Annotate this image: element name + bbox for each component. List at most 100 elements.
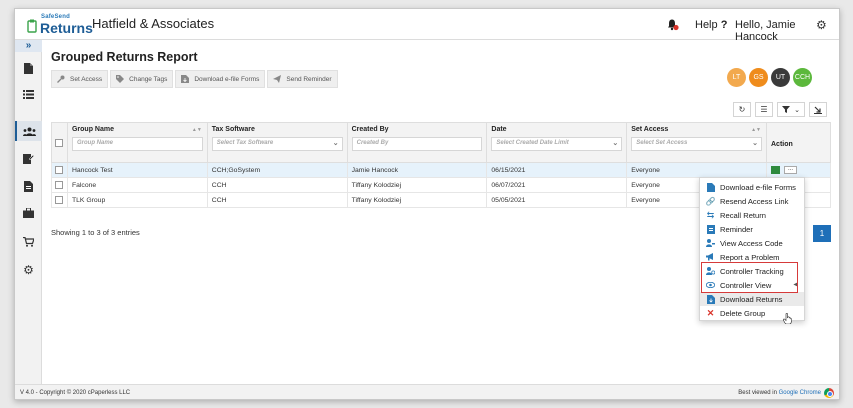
app-window: SafeSend Returns Hatfield & Associates H…	[14, 8, 840, 400]
column-set-access[interactable]: Set Access ▲▼ Select Set Access ⌄	[626, 122, 767, 163]
filter-icon	[782, 106, 791, 113]
menu-item-resend-access-link[interactable]: 🔗 Resend Access Link	[700, 194, 804, 208]
notification-bell-icon[interactable]	[667, 18, 679, 31]
tag-icon	[116, 75, 125, 83]
column-header-label: Created By	[351, 126, 389, 133]
menu-item-label: View Access Code	[720, 238, 783, 248]
created-by-cell: Tiffany Kolodziej	[346, 177, 488, 193]
action-toolbar: Set Access Change Tags Download e-file F…	[51, 70, 340, 88]
menu-item-label: Report a Problem	[720, 252, 780, 262]
column-settings-button[interactable]: ☰	[755, 102, 773, 117]
page-title: Grouped Returns Report	[51, 50, 198, 64]
column-header-label: Action	[771, 140, 793, 148]
list-settings-icon: ☰	[760, 105, 768, 114]
sidebar-item-report[interactable]	[15, 176, 42, 196]
row-checkbox[interactable]	[55, 166, 63, 174]
filter-placeholder: Select Tax Software	[216, 140, 274, 146]
chevron-down-icon: ⌄	[752, 140, 758, 147]
footer: V 4.0 - Copyright © 2020 cPaperless LLC …	[15, 384, 839, 399]
export-button[interactable]	[809, 102, 827, 117]
menu-item-recall-return[interactable]: ⇆ Recall Return	[700, 208, 804, 222]
menu-item-view-access-code[interactable]: View Access Code	[700, 236, 804, 250]
entries-summary: Showing 1 to 3 of 3 entries	[51, 228, 140, 237]
avatar-cch[interactable]: CCH	[793, 68, 812, 87]
menu-item-download-efile-forms[interactable]: Download e-file Forms	[700, 180, 804, 194]
column-action: Action	[766, 122, 831, 163]
app-logo[interactable]: SafeSend Returns	[27, 14, 93, 36]
column-group-name[interactable]: Group Name ▲▼ Group Name	[66, 122, 208, 163]
group-name-filter-input[interactable]: Group Name	[71, 137, 203, 151]
chrome-logo-icon	[824, 388, 834, 398]
sidebar-item-edit[interactable]	[15, 148, 42, 168]
column-tax-software[interactable]: Tax Software Select Tax Software ⌄	[206, 122, 348, 163]
sidebar-item-groups[interactable]	[15, 121, 42, 141]
send-reminder-label: Send Reminder	[286, 75, 332, 83]
menu-item-download-returns[interactable]: Download Returns	[700, 292, 804, 306]
avatar-gs[interactable]: GS	[749, 68, 768, 87]
refresh-icon: ↻	[738, 105, 746, 114]
edit-document-icon	[23, 153, 34, 164]
date-filter-select[interactable]: Select Created Date Limit ⌄	[491, 137, 623, 151]
sidebar-item-settings[interactable]: ⚙	[15, 260, 42, 280]
tax-software-filter-select[interactable]: Select Tax Software ⌄	[211, 137, 343, 151]
send-reminder-button[interactable]: Send Reminder	[267, 70, 338, 88]
group-name-cell: Hancock Test	[66, 162, 208, 178]
sidebar-item-documents[interactable]	[15, 58, 42, 78]
sidebar: » ⚙	[15, 40, 42, 384]
chevron-down-icon: ⌄	[332, 140, 339, 147]
help-link[interactable]: Help ?	[695, 19, 727, 31]
refresh-button[interactable]: ↻	[733, 102, 751, 117]
paper-plane-icon	[273, 75, 282, 83]
download-returns-icon[interactable]	[771, 166, 780, 174]
menu-item-label: Recall Return	[720, 210, 767, 220]
page-1-button[interactable]: 1	[813, 225, 831, 242]
gear-icon: ⚙	[23, 263, 34, 277]
more-actions-button[interactable]: ...	[784, 166, 798, 174]
column-date[interactable]: Date Select Created Date Limit ⌄	[486, 122, 628, 163]
column-created-by[interactable]: Created By Created By	[346, 122, 488, 163]
set-access-filter-select[interactable]: Select Set Access ⌄	[631, 137, 762, 151]
reminder-icon	[706, 224, 715, 234]
download-efile-forms-label: Download e-file Forms	[194, 75, 260, 83]
sidebar-item-cart[interactable]	[15, 232, 42, 252]
tax-software-cell: CCH;GoSystem	[206, 162, 348, 178]
group-name-cell: Falcone	[66, 177, 208, 193]
tax-software-cell: CCH	[206, 192, 348, 208]
users-group-icon	[23, 127, 36, 136]
sort-icon[interactable]: ▲▼	[192, 127, 202, 133]
avatar-lt[interactable]: LT	[727, 68, 746, 87]
hand-cursor-icon	[783, 313, 792, 324]
sidebar-item-list[interactable]	[15, 84, 42, 104]
key-icon	[57, 75, 65, 83]
select-all-checkbox[interactable]	[55, 138, 63, 147]
sidebar-expand-icon[interactable]: »	[15, 40, 42, 52]
row-checkbox[interactable]	[55, 196, 63, 204]
best-viewed-text: Best viewed in	[738, 390, 777, 396]
settings-gear-icon[interactable]: ⚙	[816, 18, 827, 32]
browser-link[interactable]: Google Chrome	[779, 390, 821, 396]
avatar-ut[interactable]: UT	[771, 68, 790, 87]
row-checkbox[interactable]	[55, 181, 63, 189]
created-by-filter-input[interactable]: Created By	[351, 137, 483, 151]
menu-item-label: Download Returns	[720, 294, 783, 304]
list-icon	[23, 89, 34, 99]
download-efile-forms-button[interactable]: Download e-file Forms	[175, 70, 266, 88]
browser-note: Best viewed in Google Chrome	[738, 390, 821, 396]
filter-dropdown-button[interactable]: ⌄	[777, 102, 805, 117]
download-file-icon	[706, 294, 715, 304]
select-all-header	[51, 122, 68, 163]
set-access-button[interactable]: Set Access	[51, 70, 109, 88]
sidebar-item-briefcase[interactable]	[15, 203, 42, 223]
column-header-label: Group Name	[71, 126, 114, 133]
action-cell: ...	[766, 162, 831, 178]
menu-item-reminder[interactable]: Reminder	[700, 222, 804, 236]
help-question-icon: ?	[720, 19, 728, 31]
change-tags-label: Change Tags	[129, 75, 168, 83]
table-tools: ↻ ☰ ⌄	[729, 102, 827, 117]
date-cell: 06/15/2021	[486, 162, 628, 178]
change-tags-button[interactable]: Change Tags	[110, 70, 174, 88]
table-row[interactable]: Hancock Test CCH;GoSystem Jamie Hancock …	[51, 162, 831, 178]
date-cell: 06/07/2021	[486, 177, 628, 193]
sort-icon[interactable]: ▲▼	[751, 127, 761, 133]
report-icon	[24, 180, 33, 192]
